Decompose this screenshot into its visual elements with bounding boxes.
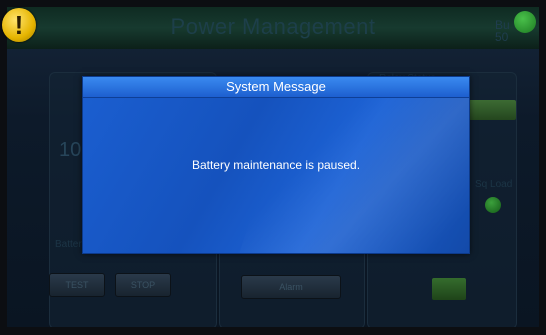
alarm-button[interactable]: Alarm <box>241 275 341 299</box>
battery-value: 10 <box>59 139 82 161</box>
dialog-message: Battery maintenance is paused. <box>191 158 361 172</box>
stop-button[interactable]: STOP <box>115 273 171 297</box>
warning-exclamation-icon[interactable]: ! <box>2 8 36 42</box>
relay-button[interactable] <box>432 278 466 300</box>
green-status-icon <box>514 11 536 33</box>
relay-led-icon <box>485 197 501 213</box>
app-title: Power Management <box>170 14 376 39</box>
corner-readout: Bu 50 <box>495 18 510 44</box>
title-bar: Power Management Bu 50 <box>7 7 539 49</box>
dialog-header: System Message <box>83 77 469 98</box>
device-screen: Power Management Bu50 Battery Maintenanc… <box>0 0 546 335</box>
test-button[interactable]: TEST <box>49 273 105 297</box>
system-message-dialog[interactable]: System Message Battery maintenance is pa… <box>82 76 470 254</box>
dialog-title: System Message <box>226 79 326 94</box>
relay-sub-label: Sq Load <box>475 179 513 190</box>
